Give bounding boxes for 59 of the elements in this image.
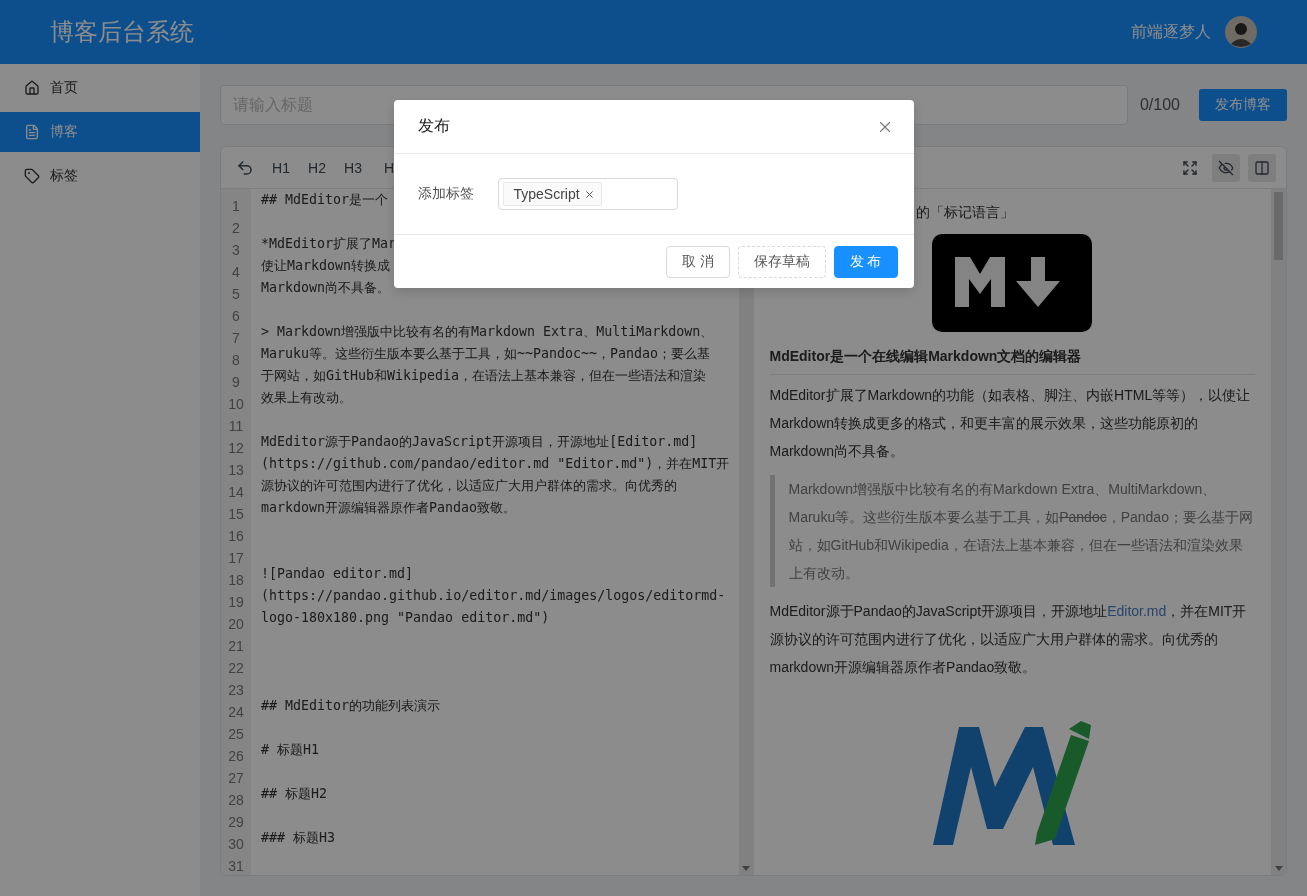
line-number: 29 <box>227 813 245 832</box>
line-number: 28 <box>227 791 245 810</box>
blockquote: Markdown增强版中比较有名的有Markdown Extra、MultiMarkdown、Maruku等。这些衍生版本要么基于工具，如Pandoc，Pandao；要么基于网站，如GitHub和Wikipedia，在语法上基本兼容，但在一些语法和渲染效果上有改动。 <box>769 475 1255 587</box>
line-number: 7 <box>231 329 241 348</box>
code-line: (https://github.com/pandao/editor.md "Editor.md")，并在MIT开 <box>261 455 730 473</box>
line-number: 1 <box>231 197 241 216</box>
app-title: 博客后台系统 <box>50 17 194 47</box>
code-line: markdown开源编辑器原作者Pandao致敬。 <box>261 499 517 517</box>
line-number: 8 <box>231 351 241 370</box>
line-number: 13 <box>227 461 245 480</box>
line-number: 22 <box>227 659 245 678</box>
line-number: 10 <box>227 395 245 414</box>
code-line: ## MdEditor是一个 <box>261 191 389 209</box>
line-number: 26 <box>227 747 245 766</box>
code-line: ## MdEditor的功能列表演示 <box>261 697 441 715</box>
line-number: 19 <box>227 593 245 612</box>
line-number: 9 <box>231 373 241 392</box>
line-number: 21 <box>227 637 245 656</box>
line-number: 18 <box>227 571 245 590</box>
line-number: 14 <box>227 483 245 502</box>
tag-label: TypeScript <box>513 186 580 202</box>
line-number: 6 <box>231 307 241 326</box>
code-line: # 标题H1 <box>261 741 320 759</box>
line-number: 23 <box>227 681 245 700</box>
code-line: Markdown尚不具备。 <box>261 279 391 297</box>
preview-heading: MdEditor是一个在线编辑Markdown文档的编辑器 <box>769 344 1255 375</box>
code-line: *MdEditor扩展了Mar <box>261 235 397 253</box>
code-line: logo-180x180.png "Pandao editor.md") <box>261 609 550 627</box>
line-number: 30 <box>227 835 245 854</box>
paragraph: MdEditor源于Pandao的JavaScript开源项目，开源地址Editor.md，并在MIT开源协议的许可范围内进行了优化，以适应广大用户群体的需求。向优秀的markdown开源编辑器原作者Pandao致敬。 <box>769 602 1248 677</box>
paragraph: MdEditor扩展了Markdown的功能（如表格、脚注、内嵌HTML等等），以使让Markdown转换成更多的格式，和更丰富的展示效果，这些功能原初的Markdown尚不具备。 <box>769 386 1252 461</box>
code-line: 源协议的许可范围内进行了优化，以适应广大用户群体的需求。向优秀的 <box>261 477 677 495</box>
line-number: 27 <box>227 769 245 788</box>
line-number: 11 <box>227 417 245 436</box>
line-number: 4 <box>231 263 241 282</box>
line-number: 17 <box>227 549 245 568</box>
code-line: (https://pandao.github.io/editor.md/images/logos/editormd- <box>261 587 726 605</box>
line-number: 12 <box>227 439 245 458</box>
code-line: 效果上有改动。 <box>261 389 352 407</box>
code-line: ### 标题H3 <box>261 829 336 847</box>
line-number: 16 <box>227 527 245 546</box>
code-line: MdEditor源于Pandao的JavaScript开源项目，开源地址[Editor.md] <box>261 433 698 451</box>
line-number: 3 <box>231 241 241 260</box>
code-line: ## 标题H2 <box>261 785 328 803</box>
preview-text: 的「标记语言」 <box>914 203 1015 222</box>
line-number: 5 <box>231 285 241 304</box>
line-number: 2 <box>231 219 241 238</box>
line-number: 25 <box>227 725 245 744</box>
line-number: 24 <box>227 703 245 722</box>
code-line: > Markdown增强版中比较有名的有Markdown Extra、MultiMarkdown、 <box>261 323 714 341</box>
code-line: ![Pandao editor.md] <box>261 565 414 583</box>
line-number: 31 <box>227 857 245 875</box>
code-line: 使让Markdown转换成 <box>261 257 391 275</box>
code-line: 于网站，如GitHub和Wikipedia，在语法上基本兼容，但在一些语法和渲染 <box>261 367 707 385</box>
code-line: Maruku等。这些衍生版本要么基于工具，如~~Pandoc~~，Pandao；要么基 <box>261 345 711 363</box>
line-number: 15 <box>227 505 245 524</box>
character-counter: 0/100 <box>1139 96 1180 114</box>
field-label: 添加标签 <box>417 185 474 203</box>
line-number: 20 <box>227 615 245 634</box>
